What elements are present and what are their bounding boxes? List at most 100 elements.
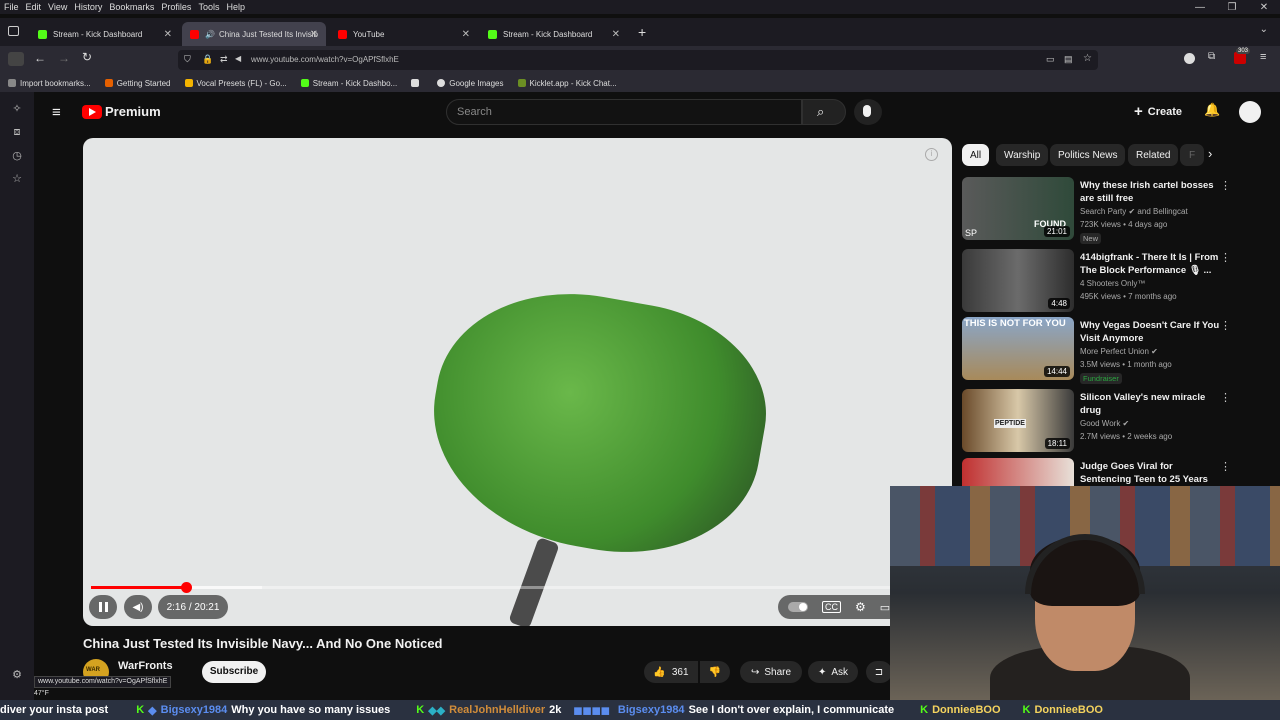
close-tab-icon[interactable]: ✕ bbox=[164, 29, 172, 40]
chat-message: diver your insta post bbox=[0, 704, 109, 716]
settings-gear-icon[interactable]: ⚙ bbox=[855, 600, 866, 614]
video-thumbnail[interactable]: THIS IS NOT FOR YOU 14:44 bbox=[962, 317, 1074, 380]
close-tab-icon[interactable]: ✕ bbox=[310, 29, 318, 40]
new-tab-icon[interactable]: + bbox=[638, 24, 646, 40]
recommendation-item[interactable]: THIS IS NOT FOR YOU 14:44 Why Vegas Does… bbox=[962, 317, 1267, 384]
tab-kick-dashboard-2[interactable]: Stream - Kick Dashboard ✕ bbox=[480, 22, 628, 46]
bookmarks-icon[interactable]: ☆ bbox=[11, 172, 23, 185]
close-tab-icon[interactable]: ✕ bbox=[462, 29, 470, 40]
miniplayer-icon[interactable]: ▭ bbox=[880, 601, 890, 614]
progress-bar[interactable] bbox=[91, 582, 944, 593]
bookmark-kick-dashboard[interactable]: Stream - Kick Dashbo... bbox=[300, 79, 397, 88]
like-button[interactable]: 👍 361 bbox=[644, 661, 698, 683]
menu-edit[interactable]: Edit bbox=[26, 2, 42, 12]
bookmark-s[interactable] bbox=[411, 79, 423, 87]
video-thumbnail[interactable]: 4:48 bbox=[962, 249, 1074, 312]
share-button[interactable]: ↪ Share bbox=[740, 661, 802, 683]
restore-icon[interactable]: ❐ bbox=[1216, 0, 1248, 18]
subscribe-button[interactable]: Subscribe bbox=[202, 661, 266, 683]
notifications-bell-icon[interactable]: 🔔 bbox=[1204, 102, 1220, 118]
bookmark-google-images[interactable]: Google Images bbox=[437, 79, 504, 88]
search-input[interactable]: Search bbox=[446, 99, 802, 125]
more-actions-icon[interactable]: ⋮ bbox=[1220, 319, 1231, 332]
reader-view-icon[interactable]: ▤ bbox=[1064, 54, 1073, 65]
sidebar-settings-icon[interactable]: ⚙ bbox=[11, 668, 23, 681]
tab-overview-icon[interactable] bbox=[8, 26, 19, 36]
create-button[interactable]: + Create bbox=[1134, 103, 1182, 120]
url-bar[interactable]: ⛉ 🔒 ⇄ ◀ www.youtube.com/watch?v=OgAPfSfl… bbox=[178, 50, 1098, 70]
account-icon[interactable] bbox=[1184, 53, 1195, 64]
duration-badge: 18:11 bbox=[1044, 438, 1070, 449]
tab-kick-dashboard-1[interactable]: Stream - Kick Dashboard ✕ bbox=[30, 22, 180, 46]
tab-youtube[interactable]: YouTube ✕ bbox=[330, 22, 478, 46]
menu-file[interactable]: File bbox=[4, 2, 19, 12]
speaker-small-icon[interactable]: ◀ bbox=[235, 54, 241, 63]
chips-next-icon[interactable]: › bbox=[1208, 146, 1212, 161]
lock-icon[interactable]: 🔒 bbox=[202, 54, 213, 65]
minimize-icon[interactable]: — bbox=[1184, 0, 1216, 18]
menu-view[interactable]: View bbox=[48, 2, 67, 12]
menu-history[interactable]: History bbox=[74, 2, 102, 12]
recommendation-item[interactable]: 4:48 414bigfrank - There It Is | From Th… bbox=[962, 249, 1267, 315]
more-actions-icon[interactable]: ⋮ bbox=[1220, 251, 1231, 264]
menu-help[interactable]: Help bbox=[226, 2, 245, 12]
bookmark-import[interactable]: Import bookmarks... bbox=[8, 79, 91, 88]
shield-icon[interactable]: ⛉ bbox=[184, 54, 191, 65]
captions-icon[interactable]: CC bbox=[822, 601, 841, 613]
picture-in-picture-icon[interactable]: ▭ bbox=[1046, 54, 1055, 65]
channel-name[interactable]: WarFronts bbox=[118, 660, 173, 672]
bookmark-vocal-presets[interactable]: Vocal Presets (FL) - Go... bbox=[184, 79, 287, 88]
reload-icon[interactable]: ↻ bbox=[82, 50, 92, 64]
video-thumbnail[interactable]: FOUND SP 21:01 bbox=[962, 177, 1074, 240]
bookmark-getting-started[interactable]: Getting Started bbox=[104, 79, 171, 88]
more-actions-icon[interactable]: ⋮ bbox=[1220, 460, 1231, 473]
app-menu-icon[interactable]: ≡ bbox=[1260, 51, 1266, 63]
duration-badge: 14:44 bbox=[1043, 366, 1070, 377]
url-text[interactable]: www.youtube.com/watch?v=OgAPfSflxhE bbox=[251, 55, 399, 64]
google-icon bbox=[437, 79, 446, 87]
tab-china-video[interactable]: 🔊 China Just Tested Its Invisib ✕ bbox=[182, 22, 326, 46]
menu-profiles[interactable]: Profiles bbox=[161, 2, 191, 12]
bookmark-star-icon[interactable]: ☆ bbox=[1083, 53, 1092, 64]
pause-button[interactable] bbox=[89, 595, 117, 619]
voice-search-button[interactable] bbox=[854, 99, 882, 125]
recommendation-title: Why Vegas Doesn't Care If You Visit Anym… bbox=[1080, 320, 1220, 344]
back-icon[interactable]: ← bbox=[34, 51, 46, 65]
close-tab-icon[interactable]: ✕ bbox=[612, 29, 620, 40]
hamburger-menu-icon[interactable]: ≡ bbox=[52, 104, 61, 121]
ai-chat-icon[interactable]: ✧ bbox=[11, 102, 23, 115]
synced-tabs-icon[interactable]: ⧈ bbox=[11, 126, 23, 138]
bookmark-kicklet[interactable]: Kicklet.app - Kick Chat... bbox=[517, 79, 617, 88]
chip-warship[interactable]: Warship bbox=[996, 144, 1049, 166]
info-icon[interactable]: i bbox=[925, 148, 938, 161]
permissions-icon[interactable]: ⇄ bbox=[220, 54, 228, 65]
video-player[interactable]: i ◀) 2:16 / 20:21 CC ⚙ ▭ bbox=[83, 138, 952, 626]
forward-icon[interactable]: → bbox=[58, 51, 70, 65]
ask-button[interactable]: ✦ Ask bbox=[808, 661, 858, 683]
dislike-button[interactable]: 👎 bbox=[700, 661, 730, 683]
chip-all[interactable]: All bbox=[962, 144, 990, 166]
history-icon[interactable]: ◷ bbox=[11, 149, 23, 162]
youtube-logo[interactable]: Premium bbox=[82, 104, 161, 119]
progress-scrubber[interactable] bbox=[180, 582, 192, 593]
menu-tools[interactable]: Tools bbox=[198, 2, 219, 12]
close-window-icon[interactable]: ✕ bbox=[1248, 0, 1280, 18]
tab-list-icon[interactable]: ⌄ bbox=[1260, 24, 1268, 35]
chip-partial[interactable]: F bbox=[1180, 144, 1204, 166]
save-button[interactable]: ⊐ bbox=[866, 661, 892, 683]
sidebar-toggle-icon[interactable] bbox=[8, 52, 24, 66]
bookmarks-bar: Import bookmarks... Getting Started Voca… bbox=[0, 74, 1280, 92]
volume-button[interactable]: ◀) bbox=[124, 595, 152, 619]
more-actions-icon[interactable]: ⋮ bbox=[1220, 391, 1231, 404]
avatar[interactable] bbox=[1239, 101, 1261, 123]
more-actions-icon[interactable]: ⋮ bbox=[1220, 179, 1231, 192]
recommendation-item[interactable]: FOUND SP 21:01 Why these Irish cartel bo… bbox=[962, 177, 1267, 244]
chip-politics-news[interactable]: Politics News bbox=[1050, 144, 1126, 166]
video-thumbnail[interactable]: PEPTIDE 18:11 bbox=[962, 389, 1074, 452]
search-button[interactable]: ⌕ bbox=[802, 99, 846, 125]
autoplay-toggle[interactable] bbox=[788, 602, 808, 612]
recommendation-item[interactable]: PEPTIDE 18:11 Silicon Valley's new mirac… bbox=[962, 389, 1267, 455]
menu-bookmarks[interactable]: Bookmarks bbox=[109, 2, 154, 12]
chip-related[interactable]: Related bbox=[1128, 144, 1179, 166]
extensions-icon[interactable]: ⧉ bbox=[1208, 51, 1215, 62]
